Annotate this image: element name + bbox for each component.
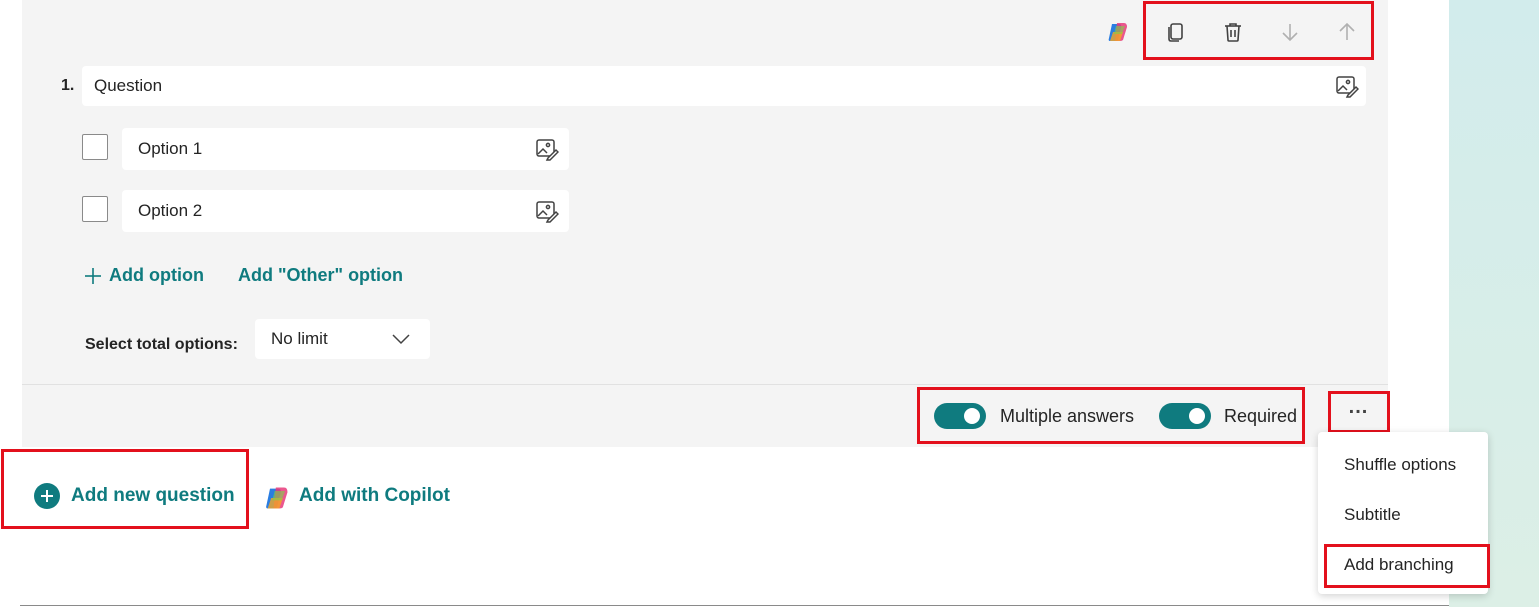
- menu-item-add-branching[interactable]: Add branching: [1344, 555, 1454, 575]
- select-total-label: Select total options:: [85, 336, 238, 353]
- more-options-menu: Shuffle options Subtitle Add branching: [1318, 432, 1488, 594]
- option-2-checkbox[interactable]: [82, 196, 108, 222]
- question-input[interactable]: Question: [82, 66, 1366, 106]
- add-other-option-button[interactable]: Add "Other" option: [238, 265, 403, 286]
- option-1-image-icon[interactable]: [535, 137, 560, 161]
- required-toggle[interactable]: [1159, 403, 1211, 429]
- chevron-down-icon: [392, 334, 410, 345]
- toggle-knob: [964, 408, 980, 424]
- required-label: Required: [1224, 406, 1298, 426]
- move-up-icon[interactable]: [1331, 16, 1363, 48]
- copilot-icon[interactable]: [1102, 16, 1134, 48]
- select-total-value: No limit: [271, 329, 328, 348]
- select-total-dropdown[interactable]: No limit: [255, 319, 430, 359]
- add-new-question-button[interactable]: Add new question: [71, 485, 235, 507]
- add-with-copilot-button[interactable]: Add with Copilot: [299, 485, 450, 507]
- option-2-image-icon[interactable]: [535, 199, 560, 223]
- question-number: 1.: [61, 77, 75, 94]
- add-option-button[interactable]: Add option: [83, 265, 204, 286]
- copy-icon[interactable]: [1160, 16, 1192, 48]
- move-down-icon[interactable]: [1274, 16, 1306, 48]
- option-2-input[interactable]: Option 2: [122, 190, 569, 232]
- option-1-input[interactable]: Option 1: [122, 128, 569, 170]
- plus-icon: [85, 267, 101, 284]
- card-divider: [22, 384, 1388, 385]
- more-options-button[interactable]: ...: [1328, 391, 1389, 432]
- option-1-label: Option 1: [138, 139, 203, 158]
- copilot-icon: [263, 484, 291, 517]
- toggle-knob: [1189, 408, 1205, 424]
- multiple-answers-label: Multiple answers: [1000, 406, 1135, 426]
- more-icon: ...: [1348, 396, 1369, 418]
- delete-icon[interactable]: [1217, 16, 1249, 48]
- option-1-checkbox[interactable]: [82, 134, 108, 160]
- add-circle-icon: [34, 483, 60, 509]
- menu-item-shuffle-options[interactable]: Shuffle options: [1344, 455, 1456, 475]
- multiple-answers-toggle[interactable]: [934, 403, 986, 429]
- menu-item-subtitle[interactable]: Subtitle: [1344, 505, 1401, 525]
- add-option-label: Add option: [109, 265, 204, 285]
- question-placeholder: Question: [94, 76, 163, 95]
- option-2-label: Option 2: [138, 201, 203, 220]
- bottom-divider: [20, 605, 1449, 606]
- insert-image-icon[interactable]: [1335, 74, 1360, 98]
